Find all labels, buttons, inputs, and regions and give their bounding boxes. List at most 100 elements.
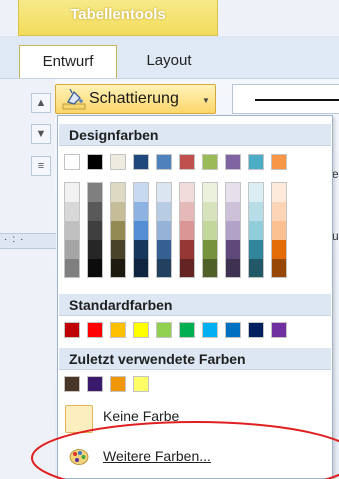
standard-color-swatch[interactable] bbox=[110, 322, 126, 338]
shade-swatch[interactable] bbox=[133, 259, 149, 278]
shade-swatch[interactable] bbox=[271, 202, 287, 221]
shade-swatch[interactable] bbox=[248, 221, 264, 240]
standard-color-swatch[interactable] bbox=[156, 322, 172, 338]
shade-swatch[interactable] bbox=[179, 182, 195, 202]
recent-color-swatch[interactable] bbox=[133, 376, 149, 392]
shade-swatch[interactable] bbox=[87, 202, 103, 221]
shade-swatch[interactable] bbox=[179, 259, 195, 278]
scroll-up-icon[interactable]: ▲ bbox=[31, 93, 51, 113]
shade-swatch[interactable] bbox=[133, 221, 149, 240]
color-swatch[interactable] bbox=[133, 154, 149, 170]
shade-swatch[interactable] bbox=[133, 202, 149, 221]
shade-swatch[interactable] bbox=[110, 221, 126, 240]
shade-swatch[interactable] bbox=[110, 259, 126, 278]
shade-swatch[interactable] bbox=[87, 259, 103, 278]
no-color-item[interactable]: Keine Farbe bbox=[59, 402, 331, 433]
color-swatch[interactable] bbox=[179, 154, 195, 170]
shade-swatch[interactable] bbox=[64, 240, 80, 259]
shade-swatch[interactable] bbox=[179, 221, 195, 240]
recent-color-swatch[interactable] bbox=[110, 376, 126, 392]
standard-colors-header: Standardfarben bbox=[59, 294, 331, 316]
shade-swatch[interactable] bbox=[64, 259, 80, 278]
shade-swatch[interactable] bbox=[248, 182, 264, 202]
standard-color-swatch[interactable] bbox=[271, 322, 287, 338]
more-icon[interactable]: ≡ bbox=[31, 156, 51, 176]
shading-button-label: Schattierung bbox=[89, 90, 179, 107]
standard-color-swatch[interactable] bbox=[64, 322, 80, 338]
shade-swatch[interactable] bbox=[64, 221, 80, 240]
color-swatch[interactable] bbox=[110, 154, 126, 170]
standard-color-swatch[interactable] bbox=[179, 322, 195, 338]
shade-swatch[interactable] bbox=[156, 240, 172, 259]
shade-column bbox=[64, 182, 80, 278]
color-swatch[interactable] bbox=[248, 154, 264, 170]
color-swatch[interactable] bbox=[87, 154, 103, 170]
shade-swatch[interactable] bbox=[87, 182, 103, 202]
shade-swatch[interactable] bbox=[156, 202, 172, 221]
shade-swatch[interactable] bbox=[64, 202, 80, 221]
standard-color-swatch[interactable] bbox=[225, 322, 241, 338]
shade-swatch[interactable] bbox=[225, 221, 241, 240]
word-ribbon-screenshot: Tabellentools Entwurf Layout ▲ ▼ ≡ ·:· S… bbox=[0, 0, 339, 479]
recent-color-swatch[interactable] bbox=[87, 376, 103, 392]
recent-colors-header: Zuletzt verwendete Farben bbox=[59, 348, 331, 370]
line-style-picker[interactable] bbox=[232, 84, 339, 114]
shade-column bbox=[248, 182, 264, 278]
shade-swatch[interactable] bbox=[271, 221, 287, 240]
shade-swatch[interactable] bbox=[225, 202, 241, 221]
shade-swatch[interactable] bbox=[202, 259, 218, 278]
shade-swatch[interactable] bbox=[87, 221, 103, 240]
recent-color-swatch[interactable] bbox=[64, 376, 80, 392]
shade-column bbox=[110, 182, 126, 278]
shade-swatch[interactable] bbox=[156, 182, 172, 202]
scroll-down-icon[interactable]: ▼ bbox=[31, 124, 51, 144]
shade-swatch[interactable] bbox=[110, 182, 126, 202]
shade-swatch[interactable] bbox=[156, 259, 172, 278]
standard-color-swatch[interactable] bbox=[133, 322, 149, 338]
shade-swatch[interactable] bbox=[202, 182, 218, 202]
shade-swatch[interactable] bbox=[202, 221, 218, 240]
shading-dropdown: Designfarben Standardfarben Zuletzt verw… bbox=[57, 115, 333, 479]
shade-swatch[interactable] bbox=[64, 182, 80, 202]
shade-column bbox=[202, 182, 218, 278]
shading-button[interactable]: Schattierung ▼ bbox=[55, 84, 216, 114]
shade-swatch[interactable] bbox=[248, 240, 264, 259]
shade-swatch[interactable] bbox=[156, 221, 172, 240]
shade-swatch[interactable] bbox=[179, 240, 195, 259]
color-palette-icon bbox=[69, 449, 89, 465]
color-swatch[interactable] bbox=[225, 154, 241, 170]
shade-swatch[interactable] bbox=[87, 240, 103, 259]
more-colors-label: Weitere Farben... bbox=[103, 448, 211, 464]
shade-column bbox=[87, 182, 103, 278]
shade-swatch[interactable] bbox=[271, 182, 287, 202]
shade-swatch[interactable] bbox=[133, 240, 149, 259]
shade-swatch[interactable] bbox=[271, 240, 287, 259]
shade-swatch[interactable] bbox=[248, 259, 264, 278]
shade-column bbox=[133, 182, 149, 278]
no-color-label: Keine Farbe bbox=[103, 408, 180, 424]
color-swatch[interactable] bbox=[202, 154, 218, 170]
color-swatch[interactable] bbox=[271, 154, 287, 170]
shade-swatch[interactable] bbox=[202, 202, 218, 221]
shade-swatch[interactable] bbox=[110, 240, 126, 259]
shade-swatch[interactable] bbox=[110, 202, 126, 221]
shade-swatch[interactable] bbox=[225, 259, 241, 278]
shade-swatch[interactable] bbox=[179, 202, 195, 221]
shade-swatch[interactable] bbox=[248, 202, 264, 221]
shade-swatch[interactable] bbox=[271, 259, 287, 278]
tab-layout[interactable]: Layout bbox=[128, 45, 210, 79]
more-colors-item[interactable]: Weitere Farben... bbox=[59, 442, 331, 472]
shade-swatch[interactable] bbox=[133, 182, 149, 202]
shade-column bbox=[156, 182, 172, 278]
shade-column bbox=[179, 182, 195, 278]
shade-swatch[interactable] bbox=[202, 240, 218, 259]
shade-swatch[interactable] bbox=[225, 240, 241, 259]
ruler: ·:· bbox=[0, 233, 56, 249]
standard-color-swatch[interactable] bbox=[248, 322, 264, 338]
standard-color-swatch[interactable] bbox=[202, 322, 218, 338]
color-swatch[interactable] bbox=[156, 154, 172, 170]
color-swatch[interactable] bbox=[64, 154, 80, 170]
shade-swatch[interactable] bbox=[225, 182, 241, 202]
standard-color-swatch[interactable] bbox=[87, 322, 103, 338]
tab-entwurf[interactable]: Entwurf bbox=[19, 45, 117, 79]
